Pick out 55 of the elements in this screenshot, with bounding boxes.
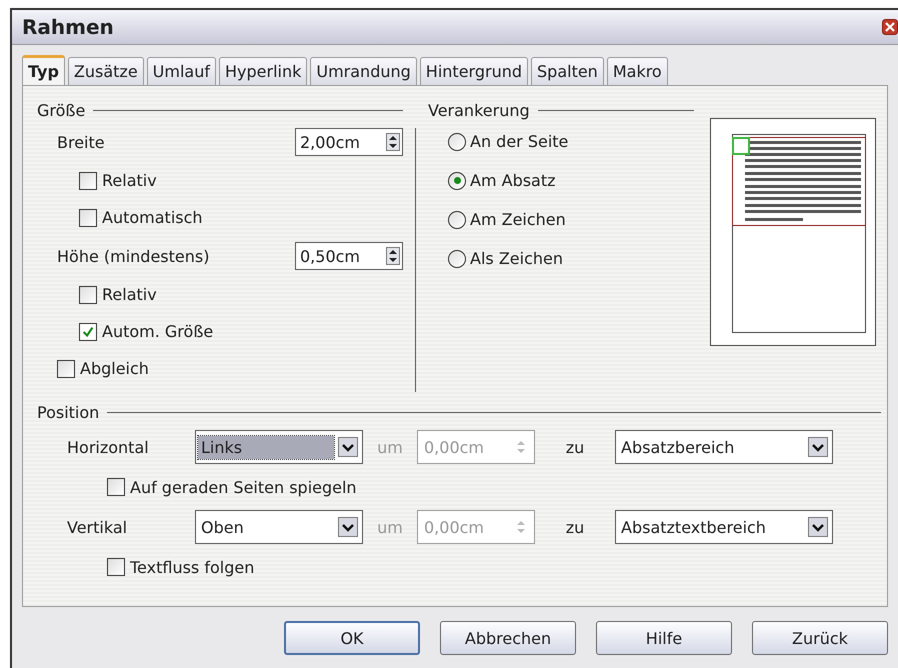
radio-button[interactable] bbox=[448, 132, 466, 150]
spin-arrows-icon[interactable] bbox=[386, 133, 400, 151]
radio-button[interactable] bbox=[448, 172, 466, 190]
dropdown[interactable]: Links bbox=[195, 430, 363, 464]
checkbox-label: Relativ bbox=[102, 171, 157, 190]
spin-field[interactable]: 0,50cm bbox=[295, 242, 403, 270]
radio-label: Am Zeichen bbox=[470, 210, 566, 229]
radio-button[interactable] bbox=[448, 210, 466, 228]
section-title: Verankerung bbox=[428, 100, 530, 120]
field-label: Horizontal bbox=[67, 438, 150, 456]
tab[interactable]: Hintergrund bbox=[420, 57, 528, 85]
dialog-button[interactable]: Abbrechen bbox=[440, 621, 576, 655]
tab[interactable]: Umrandung bbox=[310, 57, 417, 85]
tab[interactable]: Umlauf bbox=[146, 57, 216, 85]
radio-button[interactable] bbox=[448, 250, 466, 268]
checkbox-label: Abgleich bbox=[80, 359, 149, 378]
tab[interactable]: Hyperlink bbox=[219, 57, 308, 85]
field-label: Vertikal bbox=[67, 518, 128, 536]
section-title: Größe bbox=[37, 100, 86, 120]
dialog-button[interactable]: Hilfe bbox=[596, 621, 732, 655]
dropdown[interactable]: Oben bbox=[195, 510, 363, 544]
checkbox[interactable] bbox=[79, 208, 97, 226]
checkbox-label: Autom. Größe bbox=[102, 322, 214, 341]
tab[interactable]: Makro bbox=[606, 57, 668, 85]
tab[interactable]: Typ bbox=[22, 55, 65, 85]
checkbox-label: Auf geraden Seiten spiegeln bbox=[130, 478, 357, 496]
radio-label: Am Absatz bbox=[470, 171, 556, 190]
checkbox[interactable] bbox=[79, 172, 97, 190]
section-title: Position bbox=[37, 402, 100, 422]
spin-field[interactable]: 2,00cm bbox=[295, 128, 403, 156]
field-label: um bbox=[376, 518, 404, 536]
checkbox-label: Automatisch bbox=[102, 208, 203, 227]
close-icon[interactable] bbox=[882, 19, 898, 35]
checkbox[interactable] bbox=[79, 322, 97, 340]
checkbox-label: Textfluss folgen bbox=[130, 558, 254, 576]
checkbox[interactable] bbox=[79, 286, 97, 304]
dialog-button[interactable]: OK bbox=[284, 621, 420, 655]
checkbox-label: Relativ bbox=[102, 285, 157, 304]
spin-arrows-icon[interactable] bbox=[386, 247, 400, 265]
tab[interactable]: Spalten bbox=[531, 57, 604, 85]
dropdown[interactable]: Absatztextbereich bbox=[615, 510, 833, 544]
field-label: zu bbox=[564, 438, 586, 456]
dropdown[interactable]: Absatzbereich bbox=[615, 430, 833, 464]
radio-label: Als Zeichen bbox=[470, 249, 563, 268]
dialog-button[interactable]: Zurück bbox=[752, 621, 888, 655]
checkbox[interactable] bbox=[57, 360, 75, 378]
checkbox[interactable] bbox=[107, 478, 125, 496]
field-label: Breite bbox=[57, 132, 105, 152]
field-label: Höhe (mindestens) bbox=[57, 246, 210, 266]
field-label: um bbox=[376, 438, 404, 456]
window-title: Rahmen bbox=[22, 15, 114, 39]
checkbox[interactable] bbox=[107, 558, 125, 576]
radio-label: An der Seite bbox=[470, 132, 568, 151]
field-label: zu bbox=[564, 518, 586, 536]
tab[interactable]: Zusätze bbox=[68, 57, 144, 85]
